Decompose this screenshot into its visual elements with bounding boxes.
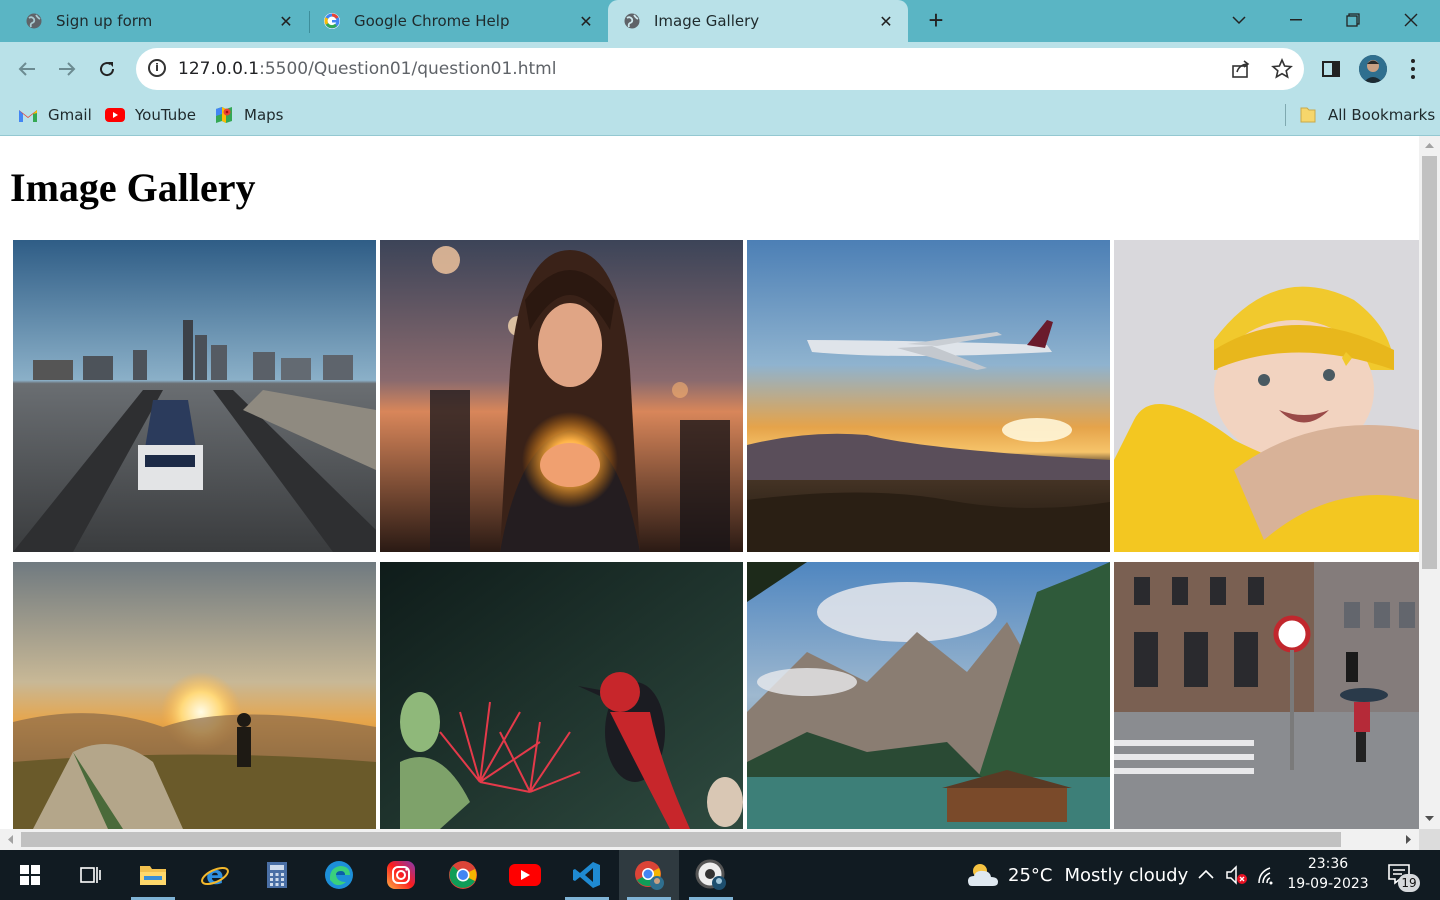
address-bar[interactable]: i 127.0.0.1:5500/Question01/question01.h… [136,48,1304,90]
restore-icon [1346,13,1360,27]
internet-explorer-icon[interactable]: e [185,850,245,900]
horizontal-scrollbar-thumb[interactable] [21,832,1341,847]
close-icon [1404,13,1418,27]
globe-icon [26,13,42,29]
horizontal-scrollbar[interactable] [0,829,1419,850]
clock-time: 23:36 [1307,856,1349,872]
system-clock[interactable]: 23:36 19-09-2023 [1280,854,1376,894]
calculator-icon[interactable] [247,850,307,900]
globe-icon [624,13,640,29]
tent-sunrise-photo[interactable] [13,562,376,829]
mountain-lake-photo[interactable] [747,562,1110,829]
minimize-icon [1290,19,1302,21]
instagram-icon[interactable] [371,850,431,900]
close-tab-icon[interactable]: ✕ [874,12,898,31]
tab-search-button[interactable] [1211,0,1267,40]
close-tab-icon[interactable]: ✕ [274,12,298,31]
rainy-street-photo[interactable] [1114,562,1419,829]
edge-icon[interactable] [309,850,369,900]
close-tab-icon[interactable]: ✕ [574,12,598,31]
bookmark-label: YouTube [135,106,196,124]
wifi-icon[interactable] [1256,864,1280,886]
youtube-app-icon[interactable] [495,850,555,900]
task-view-icon[interactable] [60,850,120,900]
weather-temp: 25°C [1008,864,1053,886]
url-path: :5500/Question01/question01.html [259,59,557,79]
profile-avatar[interactable] [1359,55,1387,83]
chrome-profile-icon[interactable] [619,850,679,900]
reload-icon [100,62,115,77]
bookmarks-bar: Gmail YouTube Maps All Bookmarks [0,96,1440,136]
chevron-down-icon [1232,16,1246,25]
bookmarks-divider [1285,104,1286,126]
scroll-up-icon [1425,143,1434,148]
weather-condition: Mostly cloudy [1064,864,1189,886]
arrow-right-icon [59,62,76,76]
notifications-button[interactable]: 19 [1386,862,1420,892]
page-title: Image Gallery [10,165,256,210]
bookmark-youtube[interactable]: YouTube [105,104,196,126]
minimize-button[interactable] [1268,0,1324,40]
arrow-left-icon [18,62,35,76]
notification-count: 19 [1398,874,1420,892]
bookmark-star-icon[interactable] [1271,57,1293,80]
folder-icon [1298,107,1318,123]
side-panel-icon[interactable] [1321,59,1341,79]
google-icon [324,13,340,29]
page-viewport: Image Gallery [0,136,1419,829]
reload-button[interactable] [90,52,124,86]
youtube-icon [105,107,125,123]
more-menu-icon[interactable] [1403,59,1423,79]
tab-title: Google Chrome Help [354,12,510,30]
bookmark-gmail[interactable]: Gmail [18,104,92,126]
start-icon[interactable] [0,850,60,900]
all-bookmarks-label: All Bookmarks [1328,106,1436,124]
train-city-photo[interactable] [13,240,376,552]
browser-toolbar: i 127.0.0.1:5500/Question01/question01.h… [0,42,1440,96]
tab-google-chrome-help[interactable]: Google Chrome Help ✕ [310,0,608,42]
vertical-scrollbar-thumb[interactable] [1422,156,1437,569]
url-host: 127.0.0.1 [178,59,260,79]
tab-image-gallery[interactable]: Image Gallery ✕ [608,0,908,42]
chrome-icon[interactable] [433,850,493,900]
site-info-icon[interactable]: i [148,59,166,77]
chrome-canary-icon[interactable] [681,850,741,900]
chevron-up-icon[interactable] [1196,865,1216,885]
airplane-sunset-photo[interactable] [747,240,1110,552]
url-text[interactable]: 127.0.0.1:5500/Question01/question01.htm… [178,59,556,79]
restore-button[interactable] [1325,0,1381,40]
scrollbar-corner [1419,829,1440,850]
scroll-left-icon [8,835,13,844]
vertical-scrollbar[interactable] [1419,136,1440,829]
volume-muted-icon[interactable] [1225,864,1249,886]
bookmark-maps[interactable]: Maps [214,104,283,126]
tab-title: Sign up form [56,12,153,30]
new-tab-button[interactable]: + [921,5,951,35]
all-bookmarks-button[interactable]: All Bookmarks [1298,104,1435,126]
baby-yellow-photo[interactable] [1114,240,1419,552]
tab-sign-up-form[interactable]: Sign up form ✕ [0,0,308,42]
clock-date: 19-09-2023 [1287,876,1369,892]
gmail-icon [18,107,38,123]
close-window-button[interactable] [1383,0,1439,40]
scroll-right-icon [1406,835,1411,844]
bookmark-label: Maps [244,106,284,124]
windows-taskbar: e 25°C Mostly cloudy 23:36 19-09-2023 19 [0,850,1440,900]
weather-widget[interactable]: 25°C Mostly cloudy [966,850,1188,900]
tab-strip: Sign up form ✕ Google Chrome Help ✕ Imag… [0,0,1440,42]
share-icon[interactable] [1230,58,1252,80]
maps-icon [214,107,234,123]
back-button[interactable] [10,52,44,86]
girl-lights-photo[interactable] [380,240,743,552]
forward-button[interactable] [50,52,84,86]
scroll-down-icon [1425,816,1434,821]
vscode-icon[interactable] [557,850,617,900]
bookmark-label: Gmail [48,106,92,124]
red-bird-photo[interactable] [380,562,743,829]
tab-title: Image Gallery [654,12,760,30]
file-explorer-icon[interactable] [123,850,183,900]
cloud-sun-icon [968,864,998,886]
